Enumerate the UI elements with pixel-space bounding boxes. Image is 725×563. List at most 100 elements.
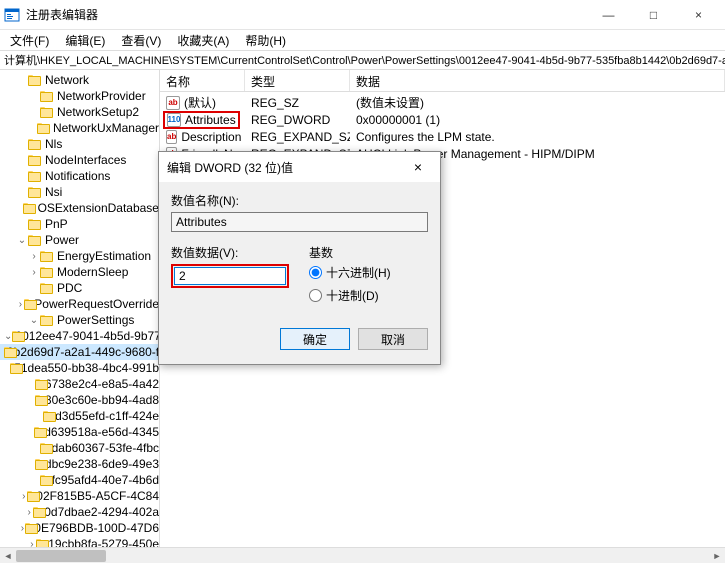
- radio-hex[interactable]: [309, 266, 322, 279]
- tree-item-label: Nsi: [45, 185, 62, 199]
- folder-icon: [40, 282, 54, 294]
- chevron-right-icon[interactable]: [33, 474, 40, 486]
- tree-item[interactable]: NetworkUxManager: [0, 120, 159, 136]
- tree-item[interactable]: fc95afd4-40e7-4b6d: [0, 472, 159, 488]
- close-button[interactable]: ×: [676, 1, 721, 29]
- chevron-down-icon[interactable]: ⌄: [28, 314, 40, 326]
- scroll-left-icon[interactable]: ◄: [0, 549, 16, 563]
- scroll-track[interactable]: [16, 549, 709, 563]
- tree-item[interactable]: NetworkSetup2: [0, 104, 159, 120]
- chevron-down-icon[interactable]: ⌄: [4, 330, 12, 342]
- tree-item-label: 02F815B5-A5CF-4C84: [36, 489, 159, 503]
- scroll-thumb[interactable]: [16, 550, 106, 562]
- chevron-right-icon[interactable]: [28, 282, 40, 294]
- tree-item[interactable]: 6738e2c4-e8a5-4a42: [0, 376, 159, 392]
- chevron-down-icon[interactable]: ⌄: [16, 234, 28, 246]
- col-type[interactable]: 类型: [245, 70, 350, 91]
- tree-item-label: OSExtensionDatabase: [38, 201, 159, 215]
- list-row[interactable]: ab(默认)REG_SZ(数值未设置): [160, 94, 725, 111]
- chevron-right-icon[interactable]: [16, 186, 28, 198]
- menu-help[interactable]: 帮助(H): [239, 30, 292, 51]
- tree-item[interactable]: ›0d7dbae2-4294-402a: [0, 504, 159, 520]
- chevron-right-icon[interactable]: [16, 218, 28, 230]
- tree-item[interactable]: ⌄Power: [0, 232, 159, 248]
- tree-item[interactable]: ›0E796BDB-100D-47D6: [0, 520, 159, 536]
- chevron-right-icon[interactable]: [35, 410, 43, 422]
- tree-item-label: dbc9e238-6de9-49e3: [45, 457, 159, 471]
- folder-icon: [28, 138, 42, 150]
- scroll-right-icon[interactable]: ►: [709, 549, 725, 563]
- col-data[interactable]: 数据: [350, 70, 725, 91]
- chevron-right-icon[interactable]: [16, 154, 28, 166]
- list-row[interactable]: abDescriptionREG_EXPAND_SZConfigures the…: [160, 128, 725, 145]
- chevron-right-icon[interactable]: ›: [26, 506, 33, 518]
- cancel-button[interactable]: 取消: [358, 328, 428, 350]
- tree-item[interactable]: ⌄0012ee47-9041-4b5d-9b77-535fba8b1442: [0, 328, 159, 344]
- string-value-icon: ab: [166, 130, 177, 144]
- tree-item-label: PnP: [45, 217, 68, 231]
- tree-item[interactable]: Network: [0, 72, 159, 88]
- h-scrollbar[interactable]: ◄ ►: [0, 547, 725, 563]
- tree-item[interactable]: Notifications: [0, 168, 159, 184]
- tree-item[interactable]: Nsi: [0, 184, 159, 200]
- radio-dec[interactable]: [309, 289, 322, 302]
- value-data-input[interactable]: [174, 267, 286, 285]
- chevron-right-icon[interactable]: [26, 122, 37, 134]
- folder-icon: [28, 154, 42, 166]
- regedit-icon: [4, 7, 20, 23]
- tree-item[interactable]: OSExtensionDatabase: [0, 200, 159, 216]
- dialog-close-button[interactable]: ×: [404, 156, 432, 178]
- tree-item[interactable]: d639518a-e56d-4345: [0, 424, 159, 440]
- tree-item[interactable]: d3d55efd-c1ff-424e: [0, 408, 159, 424]
- dword-value-icon: 110: [167, 113, 181, 127]
- chevron-right-icon[interactable]: [33, 442, 40, 454]
- tree-item[interactable]: PDC: [0, 280, 159, 296]
- chevron-right-icon[interactable]: [16, 138, 28, 150]
- chevron-right-icon[interactable]: [16, 170, 28, 182]
- tree-item[interactable]: ›ModernSleep: [0, 264, 159, 280]
- tree-item-label: Nls: [45, 137, 62, 151]
- tree-item[interactable]: ⌄PowerSettings: [0, 312, 159, 328]
- tree-item[interactable]: Nls: [0, 136, 159, 152]
- tree-item[interactable]: ›02F815B5-A5CF-4C84: [0, 488, 159, 504]
- ok-button[interactable]: 确定: [280, 328, 350, 350]
- folder-icon: [10, 362, 11, 374]
- chevron-right-icon[interactable]: ›: [28, 250, 40, 262]
- col-name[interactable]: 名称: [160, 70, 245, 91]
- value-name-input[interactable]: [171, 212, 428, 232]
- value-type: REG_DWORD: [245, 113, 350, 127]
- tree-item[interactable]: 0b2d69d7-a2a1-449c-9680-f91c70521c60: [0, 344, 159, 360]
- chevron-right-icon[interactable]: ›: [28, 266, 40, 278]
- menu-edit[interactable]: 编辑(E): [59, 30, 111, 51]
- minimize-button[interactable]: —: [586, 1, 631, 29]
- dialog-titlebar[interactable]: 编辑 DWORD (32 位)值 ×: [159, 152, 440, 182]
- tree-item[interactable]: › EnergyEstimation: [0, 248, 159, 264]
- chevron-right-icon[interactable]: [28, 90, 40, 102]
- tree-item[interactable]: NetworkProvider: [0, 88, 159, 104]
- chevron-right-icon[interactable]: [14, 202, 24, 214]
- tree-item[interactable]: dbc9e238-6de9-49e3: [0, 456, 159, 472]
- menu-favorites[interactable]: 收藏夹(A): [171, 30, 235, 51]
- folder-icon: [40, 442, 48, 454]
- menu-view[interactable]: 查看(V): [115, 30, 167, 51]
- tree-item[interactable]: dab60367-53fe-4fbc: [0, 440, 159, 456]
- tree-item[interactable]: PnP: [0, 216, 159, 232]
- menu-file[interactable]: 文件(F): [4, 30, 55, 51]
- chevron-right-icon[interactable]: [28, 106, 40, 118]
- tree-item[interactable]: NodeInterfaces: [0, 152, 159, 168]
- tree-item-label: d639518a-e56d-4345: [44, 425, 159, 439]
- tree-item[interactable]: ›PowerRequestOverride: [0, 296, 159, 312]
- list-row[interactable]: 110AttributesREG_DWORD0x00000001 (1): [160, 111, 725, 128]
- address-bar[interactable]: 计算机\HKEY_LOCAL_MACHINE\SYSTEM\CurrentCon…: [0, 50, 725, 70]
- value-data: Configures the LPM state.: [350, 130, 725, 144]
- tree-item[interactable]: 80e3c60e-bb94-4ad8: [0, 392, 159, 408]
- tree-item-label: fc95afd4-40e7-4b6d: [52, 473, 159, 487]
- tree-item[interactable]: 51dea550-bb38-4bc4-991b: [0, 360, 159, 376]
- tree-item-label: 51dea550-bb38-4bc4-991b: [14, 361, 159, 375]
- chevron-right-icon[interactable]: [16, 74, 28, 86]
- value-type: REG_SZ: [245, 96, 350, 110]
- maximize-button[interactable]: □: [631, 1, 676, 29]
- tree-item-label: EnergyEstimation: [57, 249, 151, 263]
- tree-pane[interactable]: NetworkNetworkProviderNetworkSetup2Netwo…: [0, 70, 160, 548]
- value-data-highlight: [171, 264, 289, 288]
